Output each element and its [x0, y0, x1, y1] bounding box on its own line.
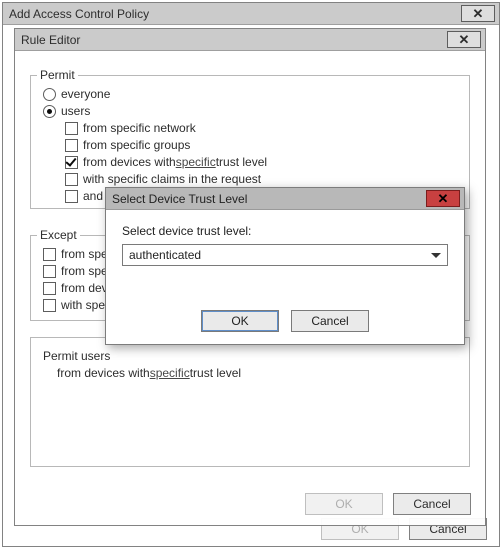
outer-titlebar: Add Access Control Policy ✕ [3, 3, 499, 25]
rule-editor-titlebar: Rule Editor ✕ [15, 29, 485, 51]
rule-cancel-button[interactable]: Cancel [393, 493, 471, 515]
trust-level-close-button[interactable]: ✕ [426, 190, 460, 207]
rule-editor-title: Rule Editor [21, 33, 80, 47]
outer-title: Add Access Control Policy [9, 7, 149, 21]
permit-opt-groups[interactable]: from specific groups [65, 137, 284, 153]
radio-everyone-label: everyone [61, 87, 110, 101]
close-icon: ✕ [473, 7, 484, 20]
except-legend: Except [37, 228, 80, 242]
permit-legend: Permit [37, 68, 78, 82]
trust-level-dropdown-value: authenticated [129, 248, 201, 262]
close-icon: ✕ [459, 33, 470, 46]
summary-line2-pre: from devices with [57, 366, 150, 380]
rule-editor-close-button[interactable]: ✕ [447, 31, 481, 48]
summary-line2-post: trust level [190, 366, 241, 380]
trust-level-modal: Select Device Trust Level ✕ Select devic… [105, 187, 465, 345]
trust-level-label: Select device trust level: [122, 224, 448, 238]
outer-close-button[interactable]: ✕ [461, 5, 495, 22]
permit-opt-trust-level-post: trust level [216, 155, 267, 169]
permit-opt-claims[interactable]: with specific claims in the request [65, 171, 284, 187]
permit-opt-groups-label: from specific groups [83, 138, 190, 152]
radio-users[interactable]: users [43, 103, 284, 119]
permit-opt-network-label: from specific network [83, 121, 196, 135]
trust-level-title: Select Device Trust Level [112, 192, 247, 206]
summary-line1: Permit users [43, 349, 110, 363]
trust-level-dropdown[interactable]: authenticated [122, 244, 448, 266]
summary-line2-link[interactable]: specific [150, 366, 190, 380]
close-icon: ✕ [438, 192, 449, 205]
radio-users-label: users [61, 104, 90, 118]
trust-level-titlebar: Select Device Trust Level ✕ [106, 188, 464, 210]
radio-everyone[interactable]: everyone [43, 86, 284, 102]
permit-opt-claims-label: with specific claims in the request [83, 172, 261, 186]
trust-level-ok-button[interactable]: OK [201, 310, 279, 332]
permit-opt-network[interactable]: from specific network [65, 120, 284, 136]
summary-group: Permit users from devices with specific … [30, 337, 470, 467]
permit-opt-trust-level-pre: from devices with [83, 155, 176, 169]
permit-opt-trust-level-link[interactable]: specific [176, 155, 216, 169]
trust-level-cancel-button[interactable]: Cancel [291, 310, 369, 332]
rule-ok-button: OK [305, 493, 383, 515]
permit-opt-trust-level[interactable]: from devices with specific trust level [65, 154, 284, 170]
